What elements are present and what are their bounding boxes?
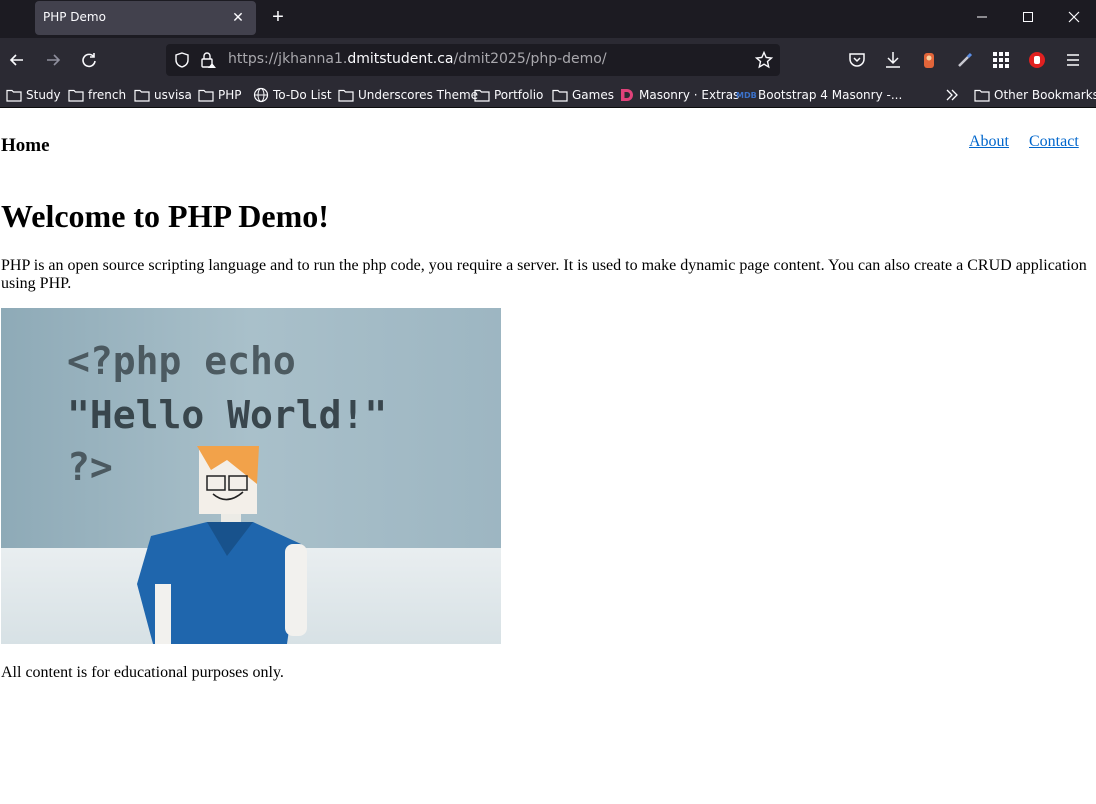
pocket-icon[interactable] <box>845 48 869 72</box>
bookmark-php[interactable]: PHP <box>198 86 242 104</box>
download-icon[interactable] <box>881 48 905 72</box>
folder-icon <box>134 89 150 102</box>
maximize-icon[interactable] <box>1014 5 1042 29</box>
bookmark-portfolio[interactable]: Portfolio <box>474 86 543 104</box>
more-bookmarks-chevron-icon[interactable] <box>944 86 960 104</box>
bookmark-to-do-list[interactable]: To-Do List <box>253 86 332 104</box>
navigation-toolbar: https://jkhanna1.dmitstudent.ca/dmit2025… <box>0 38 1096 82</box>
folder-icon <box>68 89 84 102</box>
masonry-icon <box>621 89 633 101</box>
bookmark-star-icon[interactable] <box>754 50 774 75</box>
bookmark-label: Underscores Theme <box>358 88 479 102</box>
hero-code-line-1: <?php echo <box>67 339 296 383</box>
bookmarks-toolbar: Study french usvisa PHP To-Do List Under… <box>0 82 1096 108</box>
page-content: Home About Contact Welcome to PHP Demo! … <box>0 108 1096 804</box>
site-title-home[interactable]: Home <box>1 135 50 157</box>
bookmark-label: Study <box>26 88 61 102</box>
bookmark-french[interactable]: french <box>68 86 126 104</box>
other-bookmarks[interactable]: Other Bookmarks <box>974 86 1096 104</box>
bookmark-label: usvisa <box>154 88 192 102</box>
bookmark-label: Masonry · Extras <box>639 88 740 102</box>
bookmark-label: PHP <box>218 88 242 102</box>
minimize-icon[interactable] <box>968 5 996 29</box>
url-bar[interactable]: https://jkhanna1.dmitstudent.ca/dmit2025… <box>166 44 780 76</box>
hero-image: <?php echo "Hello World!" ?> <box>1 308 501 644</box>
folder-icon <box>474 89 490 102</box>
folder-icon <box>552 89 568 102</box>
bookmark-label: Games <box>572 88 614 102</box>
close-tab-icon[interactable]: ✕ <box>228 7 248 27</box>
globe-icon <box>253 87 269 103</box>
tab-title: PHP Demo <box>43 10 106 24</box>
tracking-shield-icon[interactable] <box>172 50 192 75</box>
hero-code-line-2: "Hello World!" <box>67 393 387 437</box>
other-bookmarks-label: Other Bookmarks <box>994 88 1096 102</box>
bookmark-label: To-Do List <box>273 88 332 102</box>
folder-icon <box>198 89 214 102</box>
bookmark-games[interactable]: Games <box>552 86 614 104</box>
url-text: https://jkhanna1.dmitstudent.ca/dmit2025… <box>228 51 607 67</box>
bookmark-masonry-extras[interactable]: Masonry · Extras <box>619 86 739 104</box>
bookmark-label: Bootstrap 4 Masonry -... <box>758 88 903 102</box>
bookmark-study[interactable]: Study <box>6 86 61 104</box>
tab-strip: PHP Demo ✕ + <box>0 0 1096 38</box>
bookmark-underscores-theme[interactable]: Underscores Theme <box>338 86 478 104</box>
new-tab-icon[interactable]: + <box>268 7 288 27</box>
footer-note: All content is for educational purposes … <box>1 664 284 681</box>
nav-link-about[interactable]: About <box>969 133 1009 151</box>
page-heading: Welcome to PHP Demo! <box>1 198 329 234</box>
adblock-icon[interactable] <box>1025 48 1049 72</box>
lock-warning-icon[interactable] <box>198 50 218 75</box>
bookmark-bootstrap-masonry[interactable]: MDB Bootstrap 4 Masonry -... <box>736 86 902 104</box>
back-icon[interactable] <box>5 48 29 72</box>
forward-icon[interactable] <box>41 48 65 72</box>
hero-code-line-3: ?> <box>67 445 113 489</box>
folder-icon <box>6 89 22 102</box>
bookmark-usvisa[interactable]: usvisa <box>134 86 192 104</box>
folder-icon <box>338 89 354 102</box>
apps-grid-icon[interactable] <box>989 48 1013 72</box>
menu-icon[interactable] <box>1061 48 1085 72</box>
bookmark-label: french <box>88 88 127 102</box>
eyedropper-icon[interactable] <box>953 48 977 72</box>
tab-php-demo[interactable]: PHP Demo ✕ <box>35 1 256 35</box>
folder-icon <box>974 89 990 102</box>
intro-paragraph: PHP is an open source scripting language… <box>1 257 1087 292</box>
mdb-icon: MDB <box>736 90 757 100</box>
extension-character-icon[interactable] <box>917 48 941 72</box>
reload-icon[interactable] <box>77 48 101 72</box>
bookmark-label: Portfolio <box>494 88 544 102</box>
nav-link-contact[interactable]: Contact <box>1029 133 1079 151</box>
close-window-icon[interactable] <box>1060 5 1088 29</box>
